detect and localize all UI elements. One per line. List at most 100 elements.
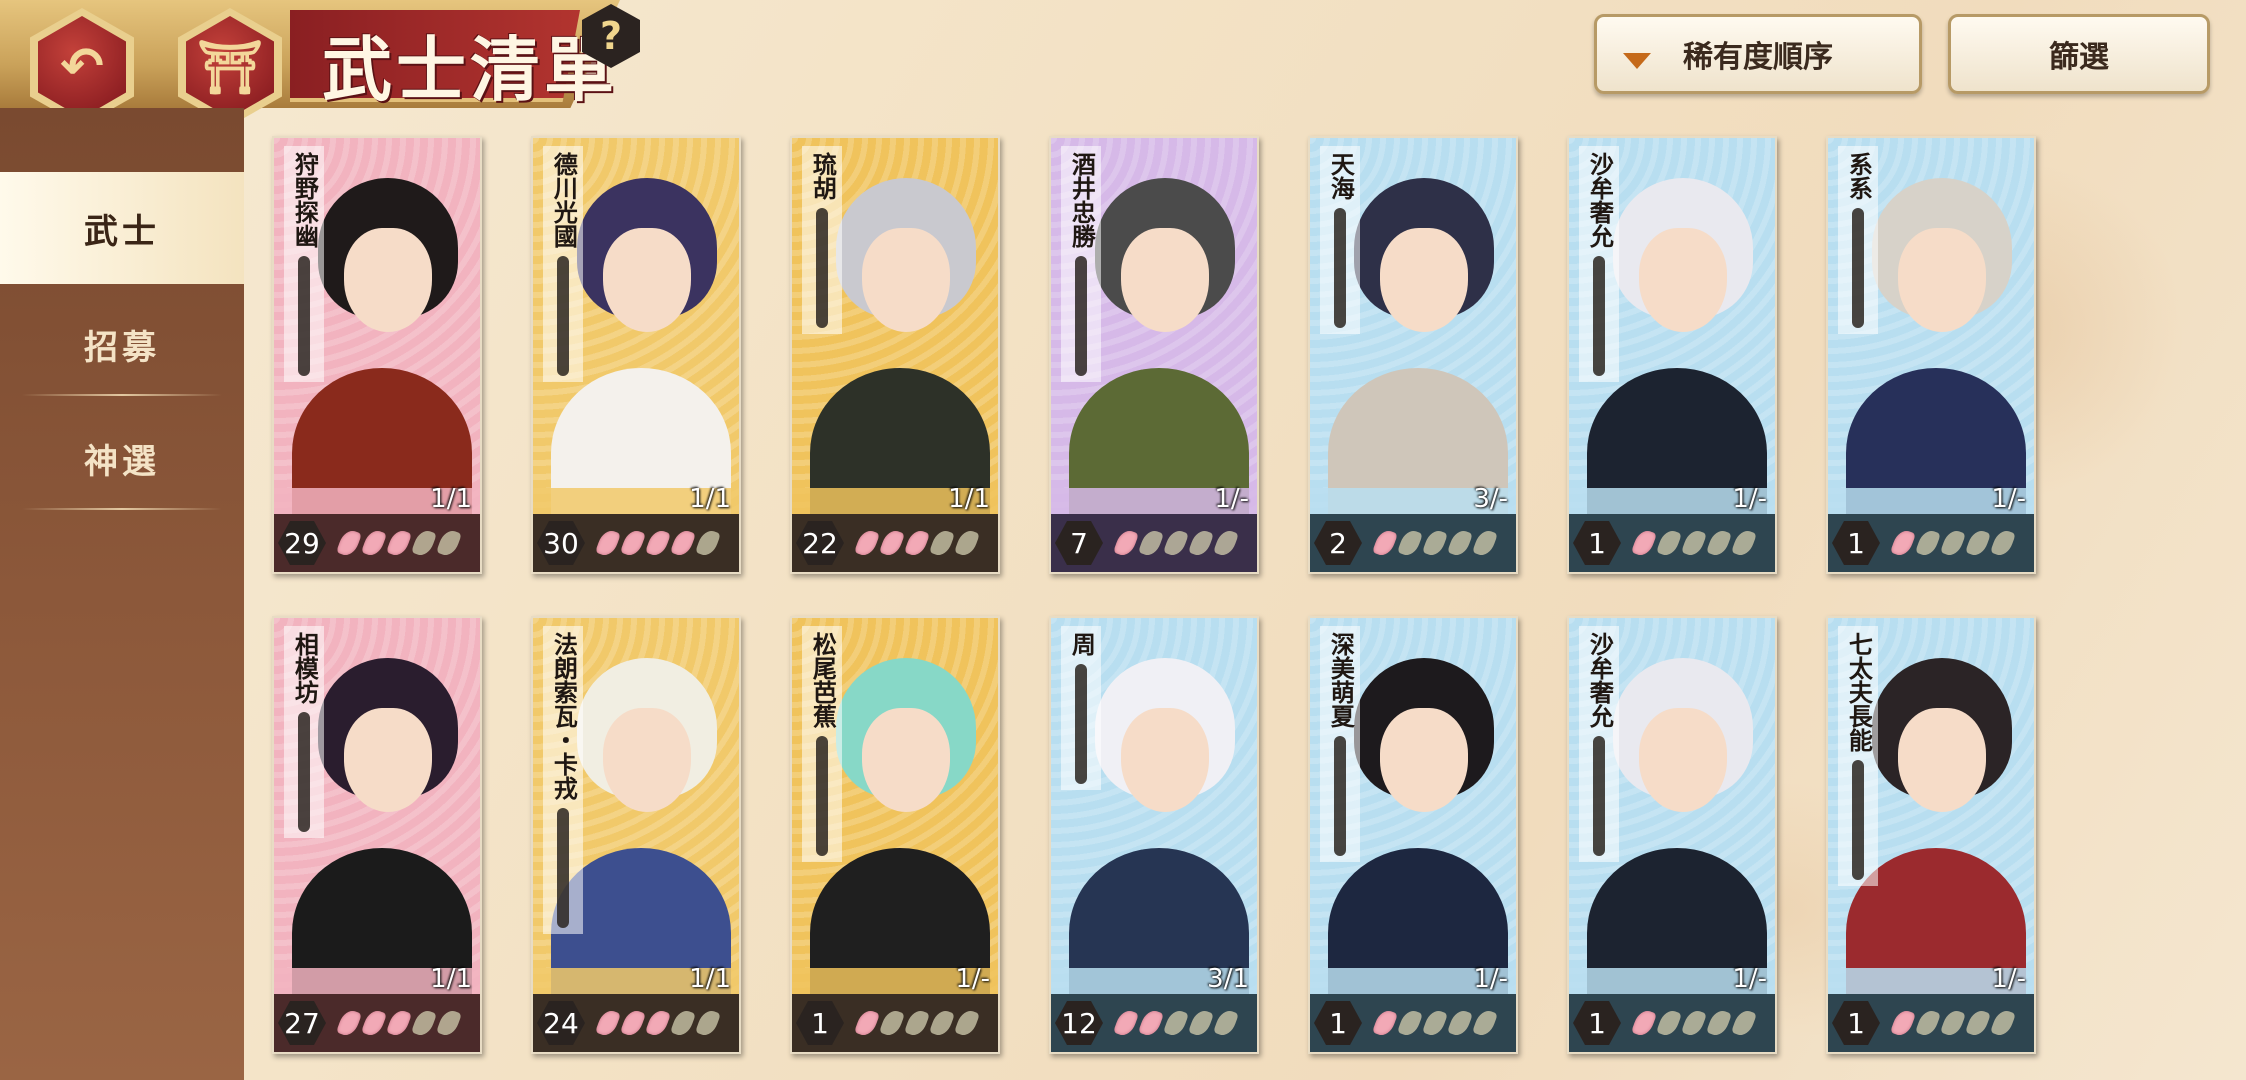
character-card[interactable]: 系系 1/- 1 bbox=[1826, 136, 2036, 574]
sidebar-divider bbox=[22, 508, 222, 510]
level-badge: 22 bbox=[796, 521, 844, 565]
card-count: 1/- bbox=[1732, 484, 1767, 514]
sakura-petal-icon bbox=[386, 1007, 412, 1039]
level-badge: 1 bbox=[1573, 1001, 1621, 1045]
character-card[interactable]: 德川光國 1/1 30 bbox=[531, 136, 741, 574]
page-title: 武士清單 bbox=[322, 28, 618, 111]
card-footer: 1 bbox=[1569, 514, 1775, 572]
character-name: 琉胡 bbox=[808, 152, 838, 200]
back-arrow-icon: ↶ bbox=[38, 16, 126, 118]
sakura-petal-icon bbox=[1163, 1007, 1189, 1039]
character-name: 德川光國 bbox=[549, 152, 579, 248]
sakura-petal-icon bbox=[1472, 1007, 1498, 1039]
character-card[interactable]: 琉胡 1/1 22 bbox=[790, 136, 1000, 574]
sort-button[interactable]: 稀有度順序 bbox=[1594, 14, 1922, 94]
sakura-petal-icon bbox=[1422, 527, 1448, 559]
character-name-plate: 沙牟奢允 bbox=[1579, 626, 1619, 862]
level-badge: 7 bbox=[1055, 521, 1103, 565]
character-card[interactable]: 相模坊 1/1 27 bbox=[272, 616, 482, 1054]
character-name: 相模坊 bbox=[290, 632, 320, 704]
sidebar-item-samurai[interactable]: 武士 bbox=[0, 172, 244, 284]
sakura-petal-icon bbox=[1138, 527, 1164, 559]
character-card[interactable]: 深美萌夏 1/- 1 bbox=[1308, 616, 1518, 1054]
sakura-petal-icon bbox=[1213, 527, 1239, 559]
card-count: 1/1 bbox=[689, 484, 731, 514]
character-card[interactable]: 狩野探幽 1/1 29 bbox=[272, 136, 482, 574]
card-footer: 24 bbox=[533, 994, 739, 1052]
character-card[interactable]: 七太夫長能 1/- 1 bbox=[1826, 616, 2036, 1054]
rarity-petals bbox=[595, 527, 724, 559]
sakura-petal-icon bbox=[1138, 1007, 1164, 1039]
character-name-plate: 七太夫長能 bbox=[1838, 626, 1878, 886]
sakura-petal-icon bbox=[1915, 1007, 1941, 1039]
sakura-petal-icon bbox=[1372, 1007, 1398, 1039]
character-card[interactable]: 天海 3/- 2 bbox=[1308, 136, 1518, 574]
sakura-petal-icon bbox=[1940, 527, 1966, 559]
character-card[interactable]: 沙牟奢允 1/- 1 bbox=[1567, 136, 1777, 574]
sakura-petal-icon bbox=[336, 1007, 362, 1039]
character-card[interactable]: 法朗索瓦・卡戎 1/1 24 bbox=[531, 616, 741, 1054]
character-name: 七太夫長能 bbox=[1844, 632, 1874, 752]
sakura-petal-icon bbox=[645, 527, 671, 559]
sakura-petal-icon bbox=[1447, 1007, 1473, 1039]
level-badge: 1 bbox=[1314, 1001, 1362, 1045]
card-count: 3/1 bbox=[1207, 964, 1249, 994]
card-footer: 2 bbox=[1310, 514, 1516, 572]
filter-button[interactable]: 篩選 bbox=[1948, 14, 2210, 94]
sakura-petal-icon bbox=[1163, 527, 1189, 559]
sakura-petal-icon bbox=[1631, 527, 1657, 559]
character-card[interactable]: 沙牟奢允 1/- 1 bbox=[1567, 616, 1777, 1054]
character-name-plate: 周 bbox=[1061, 626, 1101, 790]
card-footer: 1 bbox=[1828, 994, 2034, 1052]
sakura-petal-icon bbox=[954, 527, 980, 559]
rarity-petals bbox=[1890, 1007, 2019, 1039]
character-card[interactable]: 松尾芭蕉 1/- 1 bbox=[790, 616, 1000, 1054]
sakura-petal-icon bbox=[1731, 1007, 1757, 1039]
sakura-petal-icon bbox=[670, 1007, 696, 1039]
card-footer: 7 bbox=[1051, 514, 1257, 572]
dropdown-triangle-icon bbox=[1623, 53, 1651, 69]
sakura-petal-icon bbox=[929, 527, 955, 559]
sakura-petal-icon bbox=[879, 527, 905, 559]
sakura-petal-icon bbox=[670, 527, 696, 559]
level-badge: 27 bbox=[278, 1001, 326, 1045]
rarity-petals bbox=[1372, 1007, 1501, 1039]
sakura-petal-icon bbox=[904, 527, 930, 559]
character-name-plate: 酒井忠勝 bbox=[1061, 146, 1101, 382]
level-badge: 1 bbox=[796, 1001, 844, 1045]
sakura-petal-icon bbox=[1965, 1007, 1991, 1039]
sakura-petal-icon bbox=[1706, 527, 1732, 559]
sakura-petal-icon bbox=[595, 1007, 621, 1039]
sakura-petal-icon bbox=[929, 1007, 955, 1039]
card-count: 1/1 bbox=[430, 964, 472, 994]
card-count: 1/- bbox=[955, 964, 990, 994]
card-footer: 30 bbox=[533, 514, 739, 572]
rarity-petals bbox=[336, 1007, 465, 1039]
level-badge: 24 bbox=[537, 1001, 585, 1045]
character-name-plate: 琉胡 bbox=[802, 146, 842, 334]
character-name: 沙牟奢允 bbox=[1585, 632, 1615, 728]
sidebar-item-label: 招募 bbox=[84, 327, 160, 368]
sakura-petal-icon bbox=[1397, 1007, 1423, 1039]
sidebar-item-divine-selection[interactable]: 神選 bbox=[0, 402, 244, 514]
sakura-petal-icon bbox=[1731, 527, 1757, 559]
rarity-petals bbox=[336, 527, 465, 559]
card-count: 1/- bbox=[1473, 964, 1508, 994]
rarity-petals bbox=[854, 527, 983, 559]
character-name: 法朗索瓦・卡戎 bbox=[549, 632, 579, 800]
rarity-petals bbox=[1631, 527, 1760, 559]
rarity-petals bbox=[1372, 527, 1501, 559]
sidebar-item-recruit[interactable]: 招募 bbox=[0, 288, 244, 400]
sakura-petal-icon bbox=[854, 1007, 880, 1039]
character-card[interactable]: 周 3/1 12 bbox=[1049, 616, 1259, 1054]
sidebar-item-label: 神選 bbox=[84, 441, 160, 482]
sakura-petal-icon bbox=[1940, 1007, 1966, 1039]
sakura-petal-icon bbox=[620, 1007, 646, 1039]
sakura-petal-icon bbox=[1213, 1007, 1239, 1039]
character-card[interactable]: 酒井忠勝 1/- 7 bbox=[1049, 136, 1259, 574]
sakura-petal-icon bbox=[1113, 527, 1139, 559]
card-count: 1/1 bbox=[689, 964, 731, 994]
card-footer: 22 bbox=[792, 514, 998, 572]
sidebar-item-label: 武士 bbox=[84, 211, 160, 252]
rarity-petals bbox=[854, 1007, 983, 1039]
